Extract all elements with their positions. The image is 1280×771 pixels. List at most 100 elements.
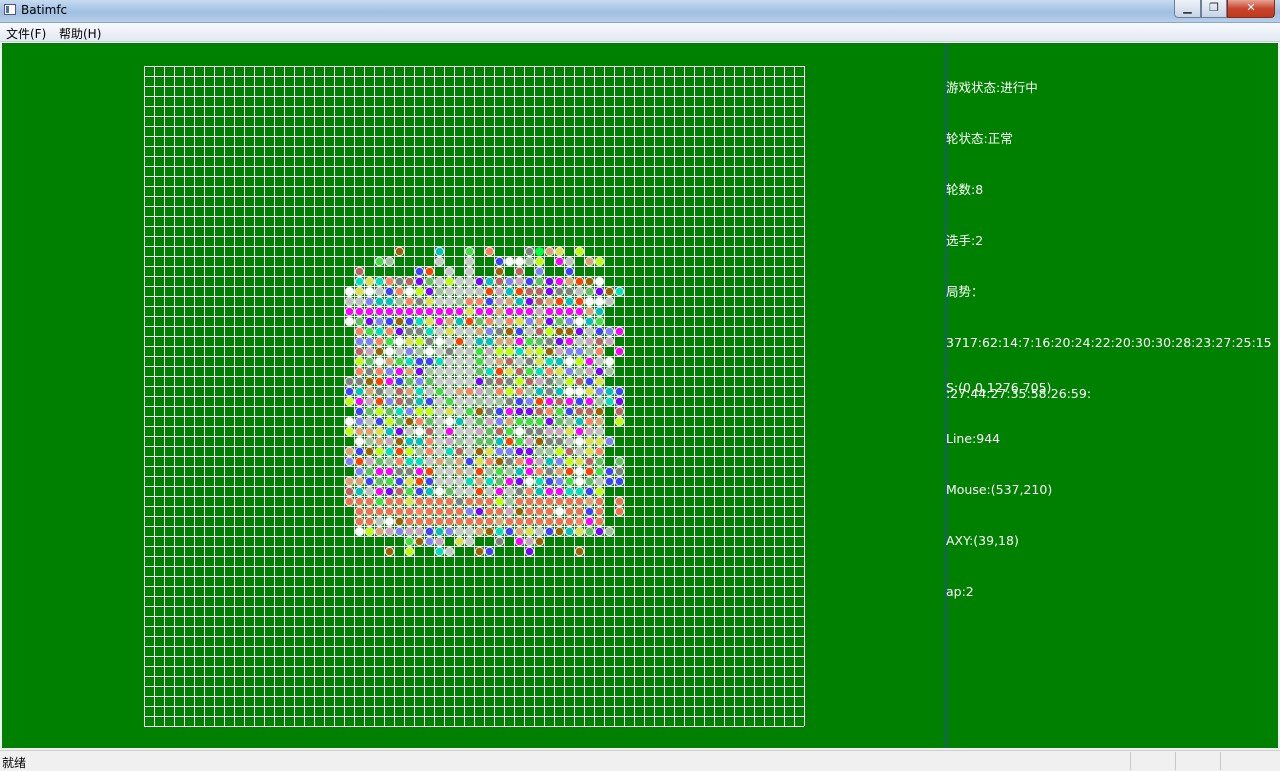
board-piece — [354, 396, 365, 407]
board-piece — [464, 276, 475, 287]
board-piece — [444, 276, 455, 287]
menu-file[interactable]: 文件(F) — [6, 25, 46, 42]
board-piece — [544, 386, 555, 397]
board-piece — [414, 476, 425, 487]
board-piece — [524, 506, 535, 517]
board-piece — [514, 526, 525, 537]
menu-help[interactable]: 帮助(H) — [59, 25, 101, 42]
close-button[interactable]: ✕ — [1227, 0, 1275, 18]
board-piece — [564, 326, 575, 337]
board-piece — [574, 386, 585, 397]
board-piece — [344, 446, 355, 457]
board-piece — [524, 526, 535, 537]
board-piece — [544, 406, 555, 417]
board-piece — [444, 446, 455, 457]
board-piece — [454, 476, 465, 487]
board-piece — [484, 486, 495, 497]
board-piece — [574, 486, 585, 497]
board-piece — [514, 376, 525, 387]
board-piece — [424, 416, 435, 427]
board-piece — [574, 326, 585, 337]
board-piece — [364, 486, 375, 497]
board-piece — [504, 456, 515, 467]
ap-line: ap:2 — [946, 584, 974, 599]
board-piece — [484, 346, 495, 357]
board-piece — [574, 336, 585, 347]
board-piece — [414, 416, 425, 427]
screen-rect-line: S:(0,0,1276,705) — [946, 380, 1052, 395]
board-piece — [514, 356, 525, 367]
board-piece — [594, 336, 605, 347]
board-piece — [594, 306, 605, 317]
board-piece — [594, 346, 605, 357]
board-piece — [444, 396, 455, 407]
board-piece — [354, 366, 365, 377]
board-piece — [474, 476, 485, 487]
board-piece — [594, 256, 605, 267]
game-canvas[interactable]: 游戏状态:进行中 轮状态:正常 轮数:8 选手:2 局势： 3717:62:14… — [2, 43, 1278, 748]
board-piece — [544, 486, 555, 497]
board-piece — [384, 476, 395, 487]
board-piece — [384, 546, 395, 557]
board-piece — [504, 406, 515, 417]
board-piece — [354, 526, 365, 537]
board-piece — [464, 416, 475, 427]
board-piece — [584, 446, 595, 457]
board-piece — [544, 436, 555, 447]
board-piece — [554, 426, 565, 437]
board-piece — [444, 516, 455, 527]
board-piece — [584, 336, 595, 347]
board-piece — [594, 406, 605, 417]
status-bar: 就绪 — [0, 750, 1280, 771]
board-piece — [384, 526, 395, 537]
board-piece — [614, 476, 625, 487]
board-piece — [364, 316, 375, 327]
board-piece — [574, 356, 585, 367]
board-piece — [394, 306, 405, 317]
board-piece — [474, 296, 485, 307]
board-piece — [444, 346, 455, 357]
board-piece — [564, 366, 575, 377]
situation-label: 局势： — [946, 284, 984, 299]
board-piece — [374, 306, 385, 317]
board-piece — [414, 356, 425, 367]
game-board[interactable] — [2, 43, 945, 748]
board-piece — [604, 436, 615, 447]
board-piece — [424, 496, 435, 507]
board-piece — [404, 526, 415, 537]
board-piece — [464, 366, 475, 377]
board-piece — [544, 246, 555, 257]
board-piece — [504, 526, 515, 537]
board-piece — [484, 276, 495, 287]
board-piece — [584, 496, 595, 507]
minimize-button[interactable]: ▁ — [1174, 0, 1201, 18]
board-piece — [414, 336, 425, 347]
board-piece — [344, 426, 355, 437]
board-piece — [564, 286, 575, 297]
board-piece — [564, 396, 575, 407]
board-piece — [604, 366, 615, 377]
board-piece — [464, 476, 475, 487]
board-piece — [564, 446, 575, 457]
board-piece — [364, 426, 375, 437]
board-piece — [434, 456, 445, 467]
board-piece — [524, 486, 535, 497]
board-piece — [504, 276, 515, 287]
board-piece — [564, 416, 575, 427]
board-piece — [464, 306, 475, 317]
board-piece — [474, 486, 485, 497]
board-piece — [444, 456, 455, 467]
board-piece — [464, 256, 475, 267]
board-piece — [434, 386, 445, 397]
board-piece — [444, 486, 455, 497]
board-piece — [434, 546, 445, 557]
board-piece — [524, 476, 535, 487]
board-piece — [514, 296, 525, 307]
board-piece — [554, 276, 565, 287]
board-piece — [544, 356, 555, 367]
board-piece — [504, 516, 515, 527]
board-piece — [414, 456, 425, 467]
board-piece — [374, 406, 385, 417]
board-piece — [414, 376, 425, 387]
restore-button[interactable]: ❐ — [1201, 0, 1227, 18]
